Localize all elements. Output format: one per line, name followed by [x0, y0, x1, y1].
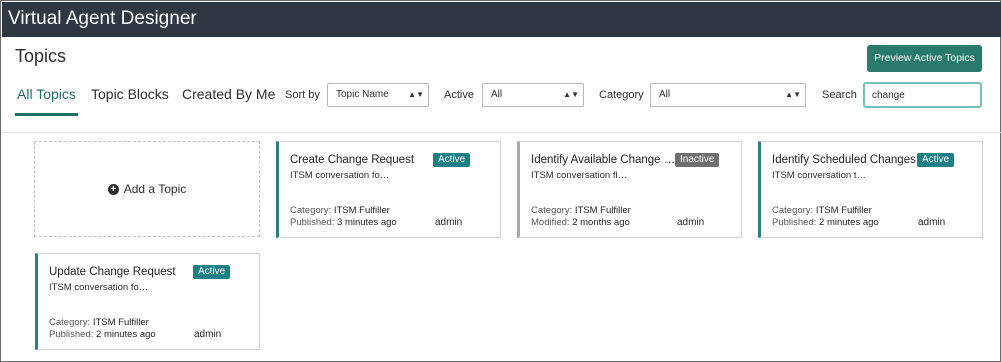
topic-time-row: Modified: 2 months ago: [531, 217, 630, 228]
sort-by-label: Sort by: [285, 89, 320, 101]
search-input[interactable]: [863, 82, 982, 108]
topic-time-row: Published: 2 minutes ago: [772, 217, 879, 228]
status-badge: Active: [433, 153, 471, 167]
topic-title: Identify Available Change …: [531, 154, 676, 166]
category-key: Category:: [290, 205, 332, 216]
active-tab-indicator: [15, 113, 78, 116]
topic-author: admin: [918, 217, 946, 228]
category-key: Category:: [772, 205, 814, 216]
active-filter-select[interactable]: All ▲▼: [482, 83, 584, 107]
topic-category-row: Category: ITSM Fulfiller: [531, 205, 631, 216]
category-key: Category:: [531, 205, 573, 216]
topic-card[interactable]: Identify Available Change … Inactive ITS…: [517, 141, 742, 238]
category-value: ITSM Fulfiller: [333, 205, 390, 216]
topic-description: ITSM conversation fo…: [290, 170, 390, 181]
topic-category-row: Category: ITSM Fulfiller: [49, 317, 149, 328]
topic-time-row: Published: 3 minutes ago: [290, 217, 397, 228]
topic-category-row: Category: ITSM Fulfiller: [772, 205, 872, 216]
topic-author: admin: [677, 217, 705, 228]
add-topic-card[interactable]: + Add a Topic: [34, 141, 260, 237]
topic-card[interactable]: Identify Scheduled Changes Active ITSM c…: [758, 141, 983, 238]
select-arrows-icon: ▲▼: [408, 90, 424, 99]
topic-card[interactable]: Create Change Request Active ITSM conver…: [276, 141, 501, 238]
add-topic-label: Add a Topic: [123, 182, 187, 196]
topic-time-row: Published: 2 minutes ago: [49, 329, 156, 340]
category-value: ITSM Fulfiller: [574, 205, 631, 216]
status-badge: Active: [193, 265, 231, 279]
category-filter-select[interactable]: All ▲▼: [650, 83, 806, 107]
topic-author: admin: [194, 329, 222, 340]
category-value: ITSM Fulfiller: [815, 205, 872, 216]
tab-created-by-me[interactable]: Created By Me: [182, 86, 275, 102]
category-key: Category:: [49, 317, 91, 328]
active-filter-label: Active: [444, 89, 474, 101]
sort-by-value: Topic Name: [336, 89, 389, 100]
time-key: Modified:: [531, 217, 570, 228]
time-key: Published:: [290, 217, 335, 228]
status-badge: Inactive: [675, 153, 720, 167]
tab-divider: [2, 132, 1001, 133]
topic-category-row: Category: ITSM Fulfiller: [290, 205, 390, 216]
topic-title: Create Change Request: [290, 154, 415, 166]
select-arrows-icon: ▲▼: [785, 90, 801, 99]
time-value: 2 months ago: [572, 217, 630, 228]
active-filter-value: All: [491, 89, 503, 100]
time-key: Published:: [772, 217, 817, 228]
tab-topic-blocks[interactable]: Topic Blocks: [91, 86, 169, 102]
app-title-bar: Virtual Agent Designer: [2, 2, 1001, 37]
time-key: Published:: [49, 329, 94, 340]
topic-author: admin: [435, 217, 463, 228]
topic-card[interactable]: Update Change Request Active ITSM conver…: [35, 253, 260, 350]
topic-description: ITSM conversation fl…: [531, 170, 628, 181]
time-value: 2 minutes ago: [96, 329, 156, 340]
category-value: ITSM Fulfiller: [92, 317, 149, 328]
category-filter-value: All: [659, 89, 671, 100]
time-value: 3 minutes ago: [337, 217, 397, 228]
preview-active-topics-button[interactable]: Preview Active Topics: [867, 45, 982, 72]
page-title: Topics: [15, 46, 67, 66]
topic-title: Identify Scheduled Changes: [772, 154, 916, 166]
sort-by-select[interactable]: Topic Name ▲▼: [327, 83, 429, 107]
app-window: Virtual Agent Designer Topics Preview Ac…: [0, 0, 1001, 362]
select-arrows-icon: ▲▼: [563, 90, 579, 99]
time-value: 2 minutes ago: [819, 217, 879, 228]
topic-description: ITSM conversation t…: [772, 170, 866, 181]
status-badge: Active: [917, 153, 955, 167]
topic-description: ITSM conversation fo…: [49, 282, 149, 293]
topic-title: Update Change Request: [49, 266, 176, 278]
plus-circle-icon: +: [107, 183, 119, 195]
app-title: Virtual Agent Designer: [8, 8, 197, 29]
category-filter-label: Category: [599, 89, 644, 101]
tab-all-topics[interactable]: All Topics: [17, 86, 76, 102]
search-label: Search: [822, 89, 857, 101]
